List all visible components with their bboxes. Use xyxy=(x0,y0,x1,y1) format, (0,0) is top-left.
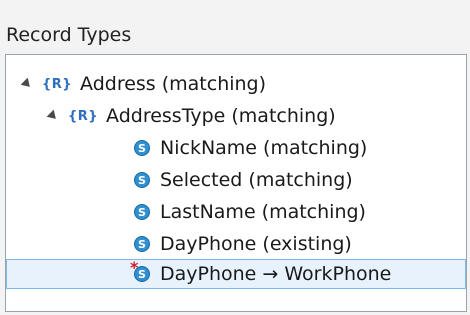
new-simple-field-icon: S xyxy=(130,258,150,282)
tree-item-label: NickName (matching) xyxy=(160,137,368,159)
panel-title: Record Types xyxy=(6,24,132,46)
simple-field-icon: S xyxy=(134,236,150,252)
tree-item-label: Selected (matching) xyxy=(160,169,353,191)
tree-item-label: AddressType (matching) xyxy=(106,105,336,127)
tree-item-dayphone-existing[interactable]: S DayPhone (existing) xyxy=(6,229,466,259)
tree-item-lastname[interactable]: S LastName (matching) xyxy=(6,197,466,227)
tree-item-address[interactable]: {R} Address (matching) xyxy=(6,69,466,99)
tree-item-nickname[interactable]: S NickName (matching) xyxy=(6,133,466,163)
tree-item-addresstype[interactable]: {R} AddressType (matching) xyxy=(6,101,466,131)
simple-field-icon: S xyxy=(134,140,150,156)
tree-item-label: Address (matching) xyxy=(80,73,267,95)
tree-item-dayphone-workphone[interactable]: S DayPhone → WorkPhone xyxy=(6,258,466,289)
simple-field-icon: S xyxy=(134,204,150,220)
tree-item-label: DayPhone → WorkPhone xyxy=(160,263,392,285)
record-icon: {R} xyxy=(68,108,99,124)
tree-item-label: DayPhone (existing) xyxy=(160,233,352,255)
tree-item-selected[interactable]: S Selected (matching) xyxy=(6,165,466,195)
expand-triangle-icon[interactable] xyxy=(46,109,60,123)
expand-triangle-icon[interactable] xyxy=(20,77,34,91)
record-types-tree[interactable]: {R} Address (matching) {R} AddressType (… xyxy=(5,54,467,312)
record-icon: {R} xyxy=(42,76,73,92)
tree-item-label: LastName (matching) xyxy=(160,201,366,223)
simple-field-icon: S xyxy=(134,172,150,188)
